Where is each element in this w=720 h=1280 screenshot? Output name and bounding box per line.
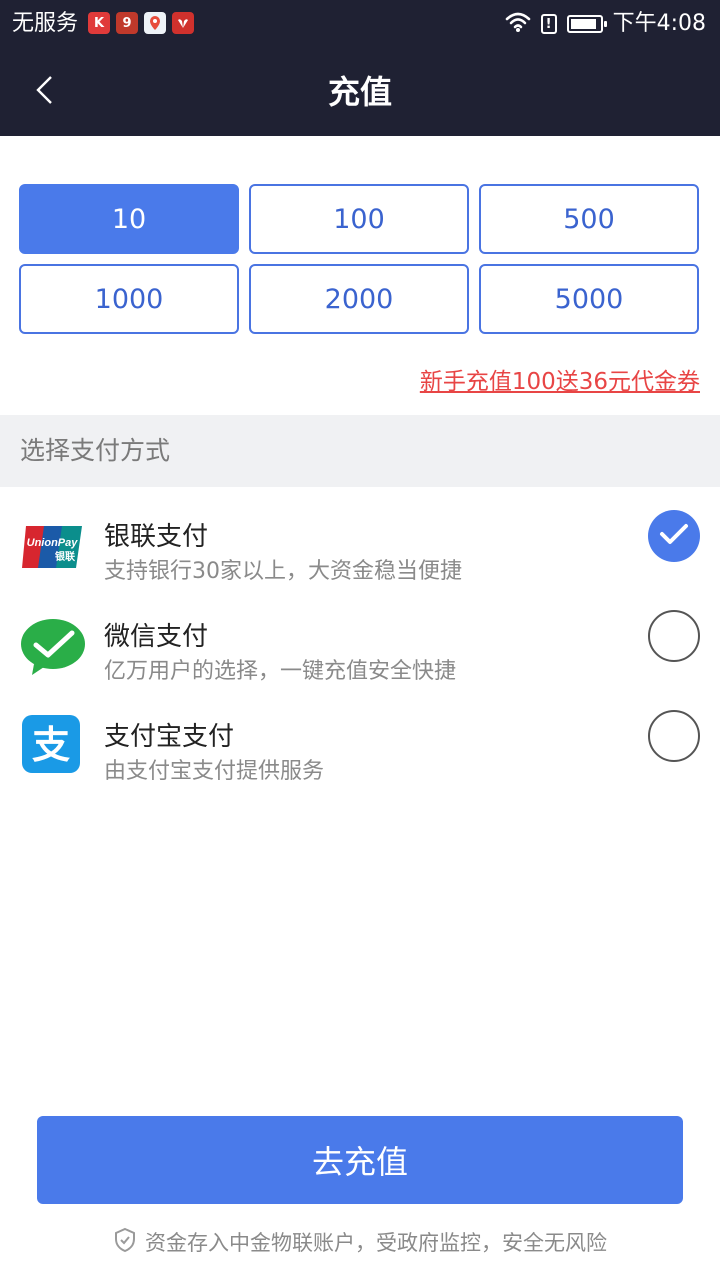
huawei-app-icon xyxy=(172,12,194,34)
amount-option-10[interactable]: 10 xyxy=(19,184,239,254)
battery-fill xyxy=(570,19,596,29)
payment-section-title: 选择支付方式 xyxy=(20,436,171,465)
battery-icon xyxy=(566,15,607,33)
amount-option-100[interactable]: 100 xyxy=(249,184,469,254)
carrier-label: 无服务 xyxy=(12,11,79,36)
recharge-button[interactable]: 去充值 xyxy=(37,1116,683,1204)
payment-option-alipay[interactable]: 支 支付宝支付 由支付宝支付提供服务 xyxy=(0,710,720,808)
radio-checked[interactable] xyxy=(648,510,700,562)
amount-option-2000[interactable]: 2000 xyxy=(249,264,469,334)
status-right: ! 下午4:08 xyxy=(505,8,706,40)
baidu-map-app-icon xyxy=(144,12,166,34)
kuaishou-app-icon: K xyxy=(88,12,110,34)
payment-name: 支付宝支付 xyxy=(104,722,235,752)
wechat-pay-logo-icon xyxy=(20,618,85,682)
svg-text:UnionPay: UnionPay xyxy=(27,537,79,549)
notification-app-icons: K 9 xyxy=(88,12,194,34)
nav-bar: 充值 xyxy=(0,48,720,136)
amount-option-5000[interactable]: 5000 xyxy=(479,264,699,334)
status-bar: 无服务 K 9 ! 下午4:08 xyxy=(0,0,720,48)
security-note: 资金存入中金物联账户，受政府监控，安全无风险 xyxy=(0,1222,720,1262)
svg-text:银联: 银联 xyxy=(55,550,75,563)
radio-unchecked[interactable] xyxy=(648,710,700,762)
security-note-text: 资金存入中金物联账户，受政府监控，安全无风险 xyxy=(145,1231,607,1255)
payment-description: 由支付宝支付提供服务 xyxy=(104,759,325,784)
alert-icon: ! xyxy=(540,14,557,34)
payment-description: 亿万用户的选择，一键充值安全快捷 xyxy=(104,659,457,684)
payment-section-header: 选择支付方式 xyxy=(0,415,720,487)
payment-option-unionpay[interactable]: UnionPay 银联 银联支付 支持银行30家以上，大资金稳当便捷 xyxy=(0,510,720,608)
amount-option-500[interactable]: 500 xyxy=(479,184,699,254)
svg-text:支: 支 xyxy=(32,723,70,767)
payment-name: 微信支付 xyxy=(104,622,209,652)
wifi-icon xyxy=(505,11,531,37)
91-app-icon: 9 xyxy=(116,12,138,34)
checkmark-icon xyxy=(659,522,689,550)
page-title: 充值 xyxy=(327,73,392,111)
clock: 下午4:08 xyxy=(612,11,706,36)
radio-unchecked[interactable] xyxy=(648,610,700,662)
amount-option-1000[interactable]: 1000 xyxy=(19,264,239,334)
payment-description: 支持银行30家以上，大资金稳当便捷 xyxy=(104,559,462,584)
payment-option-wechat[interactable]: 微信支付 亿万用户的选择，一键充值安全快捷 xyxy=(0,610,720,708)
shield-icon xyxy=(113,1227,137,1258)
payment-name: 银联支付 xyxy=(104,522,209,552)
alipay-logo-icon: 支 xyxy=(20,715,84,782)
promo-link[interactable]: 新手充值100送36元代金券 xyxy=(420,362,700,396)
unionpay-logo-icon: UnionPay 银联 xyxy=(20,518,84,582)
